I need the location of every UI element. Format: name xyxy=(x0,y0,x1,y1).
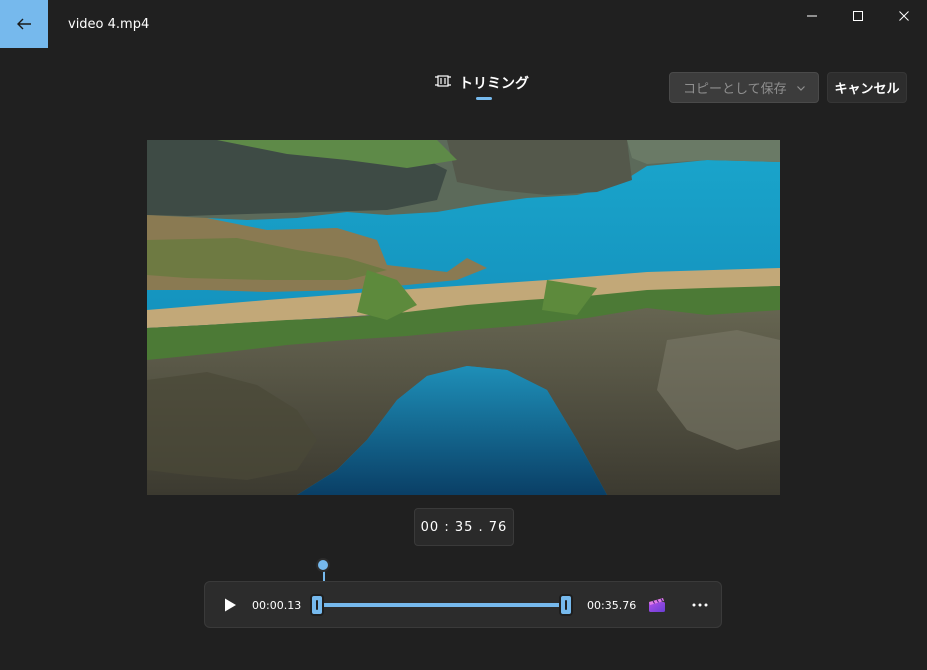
close-button[interactable] xyxy=(881,0,927,32)
save-as-copy-dropdown[interactable]: コピーとして保存 xyxy=(669,72,819,103)
play-button[interactable] xyxy=(222,597,238,613)
trim-start-time: 00:00.13 xyxy=(252,599,302,612)
trim-start-handle[interactable] xyxy=(310,594,324,616)
clapperboard-icon xyxy=(649,598,665,612)
window-title: video 4.mp4 xyxy=(68,17,150,32)
current-time-display: 00 : 35 . 76 xyxy=(414,508,514,546)
video-frame xyxy=(147,140,780,495)
minimize-icon xyxy=(807,15,817,17)
cancel-label: キャンセル xyxy=(834,82,900,97)
back-button[interactable] xyxy=(0,0,48,48)
tab-active-indicator xyxy=(476,97,492,100)
save-as-copy-label: コピーとして保存 xyxy=(683,82,787,97)
trim-icon xyxy=(435,75,451,87)
minimize-button[interactable] xyxy=(789,0,835,32)
clipchamp-button[interactable] xyxy=(648,597,666,613)
maximize-button[interactable] xyxy=(835,0,881,32)
trim-range-track[interactable] xyxy=(319,603,567,607)
trim-end-handle[interactable] xyxy=(559,594,573,616)
video-preview[interactable] xyxy=(147,140,780,495)
maximize-icon xyxy=(853,11,863,21)
trim-end-time: 00:35.76 xyxy=(587,599,637,612)
playhead-handle[interactable] xyxy=(316,558,330,572)
close-icon xyxy=(899,11,909,21)
cancel-button[interactable]: キャンセル xyxy=(827,72,907,103)
tab-trim-label: トリミング xyxy=(459,76,529,92)
trim-control-bar: 00:00.13 00:35.76 xyxy=(204,581,722,628)
chevron-down-icon xyxy=(797,85,805,91)
more-icon xyxy=(692,603,708,607)
play-icon xyxy=(225,598,236,612)
more-options-button[interactable] xyxy=(689,595,711,615)
back-arrow-icon xyxy=(17,18,31,30)
